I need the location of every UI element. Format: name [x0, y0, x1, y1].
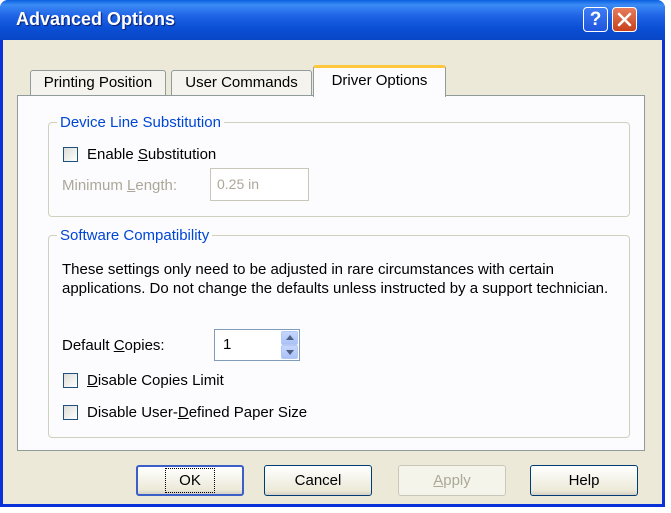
ok-button[interactable]: OK: [136, 465, 244, 496]
checkbox-label: Enable Substitution: [87, 146, 217, 163]
close-icon[interactable]: [612, 7, 637, 32]
default-copies-stepper[interactable]: 1: [214, 329, 300, 361]
disable-copies-limit-checkbox[interactable]: Disable Copies Limit: [63, 372, 313, 392]
spin-down-icon[interactable]: [281, 345, 298, 359]
title-bar[interactable]: Advanced Options ?: [0, 0, 665, 40]
tab-driver-options[interactable]: Driver Options: [313, 65, 446, 97]
default-copies-label: Default Copies:: [62, 337, 165, 354]
disable-user-defined-paper-size-checkbox[interactable]: Disable User-Defined Paper Size: [63, 404, 383, 424]
window-title: Advanced Options: [16, 9, 176, 29]
help-icon[interactable]: ?: [583, 7, 608, 32]
checkbox-label: Disable User-Defined Paper Size: [87, 404, 308, 421]
checkbox-box[interactable]: [63, 147, 78, 162]
checkbox-box[interactable]: [63, 405, 78, 420]
enable-substitution-checkbox[interactable]: Enable Substitution: [63, 146, 263, 166]
help-button[interactable]: Help: [530, 465, 638, 496]
group-legend: Device Line Substitution: [60, 114, 221, 131]
minimum-length-field[interactable]: 0.25 in: [210, 168, 309, 201]
checkbox-label: Disable Copies Limit: [87, 372, 224, 389]
minimum-length-label: Minimum Length:: [62, 177, 178, 194]
checkbox-box[interactable]: [63, 373, 78, 388]
compatibility-description: These settings only need to be adjusted …: [62, 261, 609, 297]
tab-user-commands[interactable]: User Commands: [171, 70, 312, 96]
group-legend: Software Compatibility: [60, 227, 210, 244]
cancel-button[interactable]: Cancel: [264, 465, 372, 496]
spin-up-icon[interactable]: [281, 331, 298, 345]
default-copies-value[interactable]: 1: [223, 336, 231, 353]
apply-button[interactable]: Apply: [398, 465, 506, 496]
tab-printing-position[interactable]: Printing Position: [30, 70, 166, 96]
